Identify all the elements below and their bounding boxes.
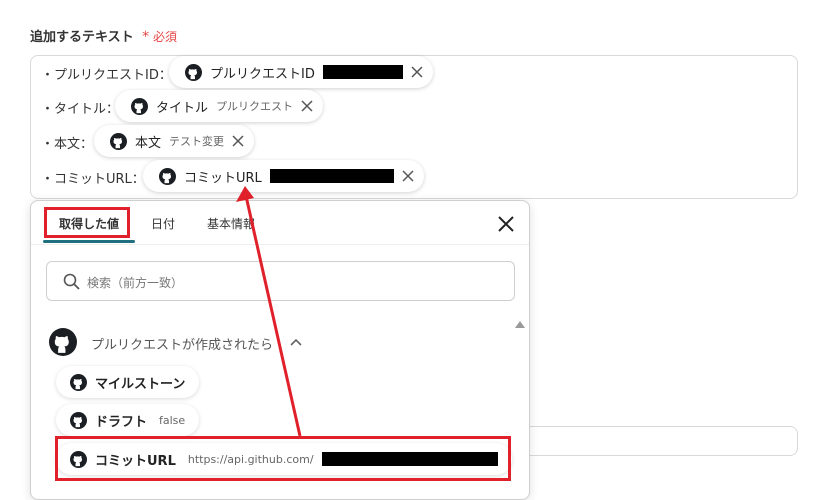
search-icon (63, 273, 80, 290)
github-icon (70, 450, 87, 468)
redacted-value (322, 65, 403, 79)
tab-date[interactable]: 日付 (151, 215, 175, 232)
background-input[interactable] (530, 426, 798, 456)
github-icon (131, 97, 148, 115)
line-prefix: ・プルリクエストID： (41, 68, 172, 83)
pill-name: タイトル (156, 100, 209, 116)
variable-pill[interactable]: タイトル プルリクエスト (115, 90, 324, 122)
required-marker: * 必須 (142, 29, 177, 45)
list-item[interactable]: マイルストーン (56, 366, 200, 398)
pill-value: テスト変更 (169, 135, 225, 148)
variable-pill[interactable]: 本文 テスト変更 (94, 125, 255, 157)
variable-pill[interactable]: プルリクエストID (169, 56, 433, 88)
scrollbar[interactable] (511, 317, 525, 499)
github-icon (159, 167, 176, 185)
close-icon[interactable] (301, 100, 313, 112)
github-icon (110, 132, 127, 150)
item-value: false (159, 413, 186, 427)
text-editor[interactable]: ・プルリクエストID： プルリクエストID ・タイトル： タイトル プルリクエス… (30, 55, 798, 199)
close-icon[interactable] (402, 170, 414, 182)
section-title[interactable]: プルリクエストが作成されたら (91, 334, 273, 353)
tab-retrieved-values[interactable]: 取得した値 (59, 215, 119, 232)
search-placeholder: 検索（前方一致） (87, 276, 184, 290)
close-icon[interactable] (232, 135, 244, 147)
close-icon[interactable] (497, 215, 515, 233)
pill-name: 本文 (135, 135, 162, 151)
item-name: マイルストーン (95, 376, 186, 392)
required-label: 必須 (152, 30, 177, 44)
redacted-value (269, 169, 394, 183)
tab-bar: 取得した値 日付 基本情報 (31, 201, 529, 245)
field-label-text: 追加するテキスト (30, 30, 134, 45)
list-item[interactable]: コミットURL https://api.github.com/ (56, 443, 512, 475)
item-name: ドラフト (95, 414, 148, 430)
pill-value: プルリクエスト (216, 100, 294, 113)
chevron-up-icon[interactable] (290, 338, 302, 346)
variable-pill[interactable]: コミットURL (143, 160, 424, 192)
item-value: https://api.github.com/ (187, 452, 314, 466)
search-input[interactable]: 検索（前方一致） (46, 261, 515, 301)
list-item[interactable]: ドラフト false (56, 404, 200, 436)
github-icon (49, 328, 77, 356)
scroll-up-arrow-icon[interactable] (515, 321, 525, 328)
field-label: 追加するテキスト * 必須 (30, 26, 177, 45)
active-tab-indicator (43, 240, 135, 243)
variable-picker-panel: 取得した値 日付 基本情報 検索（前方一致） プルリクエストが作成されたら マイ… (30, 200, 530, 500)
line-prefix: ・タイトル： (41, 102, 120, 117)
line-prefix: ・コミットURL： (41, 172, 145, 187)
required-star: * (142, 29, 150, 45)
pill-name: コミットURL (184, 170, 262, 186)
github-icon (70, 411, 87, 429)
line-prefix: ・本文： (41, 137, 94, 152)
redacted-value (321, 452, 498, 466)
pill-name: プルリクエストID (210, 66, 315, 82)
tab-basic-info[interactable]: 基本情報 (207, 215, 255, 232)
github-icon (185, 63, 202, 81)
close-icon[interactable] (411, 66, 423, 78)
github-icon (70, 373, 87, 391)
item-name: コミットURL (95, 453, 176, 469)
